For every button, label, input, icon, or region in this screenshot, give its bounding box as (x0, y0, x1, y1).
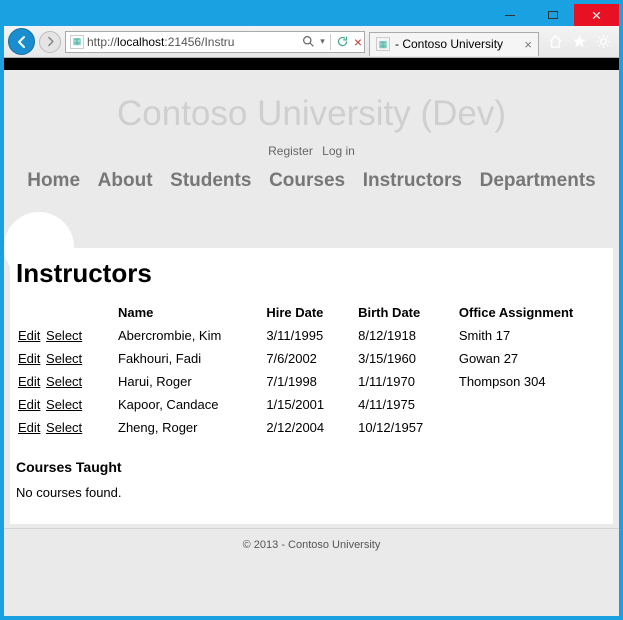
page-favicon-icon: ▦ (70, 35, 84, 49)
cell-office (451, 393, 613, 416)
cell-name: Kapoor, Candace (110, 393, 258, 416)
cell-office: Smith 17 (451, 324, 613, 347)
tab-close-icon[interactable]: × (524, 37, 532, 52)
cell-office (451, 416, 613, 439)
cell-hire: 3/11/1995 (258, 324, 350, 347)
cell-name: Fakhouri, Fadi (110, 347, 258, 370)
cell-hire: 2/12/2004 (258, 416, 350, 439)
table-row: Edit Select Kapoor, Candace 1/15/2001 4/… (10, 393, 613, 416)
table-row: Edit Select Zheng, Roger 2/12/2004 10/12… (10, 416, 613, 439)
page-footer: © 2013 - Contoso University (4, 528, 619, 571)
browser-command-icons (543, 34, 615, 50)
window-minimize-button[interactable] (488, 4, 531, 26)
table-row: Edit Select Harui, Roger 7/1/1998 1/11/1… (10, 370, 613, 393)
tab-title: - Contoso University (395, 37, 519, 51)
nav-departments[interactable]: Departments (480, 170, 596, 191)
cell-hire: 1/15/2001 (258, 393, 350, 416)
select-link[interactable]: Select (46, 328, 82, 343)
select-link[interactable]: Select (46, 420, 82, 435)
edit-link[interactable]: Edit (18, 328, 40, 343)
col-office: Office Assignment (451, 301, 613, 324)
register-link[interactable]: Register (268, 144, 313, 158)
search-icon[interactable] (302, 35, 315, 48)
page-topbar (4, 58, 619, 70)
select-link[interactable]: Select (46, 374, 82, 389)
window-titlebar: × (4, 4, 619, 26)
favorites-icon[interactable] (571, 34, 587, 50)
col-name: Name (110, 301, 258, 324)
tab-favicon-icon: ▦ (376, 37, 390, 51)
nav-about[interactable]: About (98, 170, 153, 191)
window-close-button[interactable]: × (574, 4, 619, 26)
cell-office: Gowan 27 (451, 347, 613, 370)
table-row: Edit Select Fakhouri, Fadi 7/6/2002 3/15… (10, 347, 613, 370)
col-hire: Hire Date (258, 301, 350, 324)
edit-link[interactable]: Edit (18, 420, 40, 435)
browser-forward-button[interactable] (39, 31, 61, 53)
cell-birth: 3/15/1960 (350, 347, 451, 370)
cell-hire: 7/1/1998 (258, 370, 350, 393)
courses-subheading: Courses Taught (10, 439, 613, 485)
edit-link[interactable]: Edit (18, 397, 40, 412)
cell-office: Thompson 304 (451, 370, 613, 393)
main-nav: Home About Students Courses Instructors … (10, 166, 613, 202)
cell-birth: 1/11/1970 (350, 370, 451, 393)
nav-courses[interactable]: Courses (269, 170, 345, 191)
stop-icon[interactable]: × (354, 34, 362, 50)
nav-students[interactable]: Students (170, 170, 251, 191)
edit-link[interactable]: Edit (18, 374, 40, 389)
cell-name: Abercrombie, Kim (110, 324, 258, 347)
browser-toolbar: ▦ http://localhost:21456/Instru ▾ × ▦ - … (4, 26, 619, 58)
cell-name: Harui, Roger (110, 370, 258, 393)
nav-home[interactable]: Home (27, 170, 80, 191)
edit-link[interactable]: Edit (18, 351, 40, 366)
browser-tab[interactable]: ▦ - Contoso University × (369, 32, 539, 56)
window-maximize-button[interactable] (531, 4, 574, 26)
col-birth: Birth Date (350, 301, 451, 324)
page-body: Instructors Name Hire Date Birth Date Of… (10, 248, 613, 524)
no-courses-message: No courses found. (10, 485, 613, 500)
nav-instructors[interactable]: Instructors (363, 170, 462, 191)
page-viewport: Contoso University (Dev) Register Log in… (4, 58, 619, 616)
tools-icon[interactable] (595, 34, 611, 50)
address-bar[interactable]: ▦ http://localhost:21456/Instru ▾ × (65, 31, 365, 53)
auth-links: Register Log in (10, 140, 613, 166)
home-icon[interactable] (547, 34, 563, 50)
dropdown-icon[interactable]: ▾ (320, 36, 325, 47)
instructors-table: Name Hire Date Birth Date Office Assignm… (10, 301, 613, 439)
site-brand: Contoso University (Dev) (10, 70, 613, 140)
window-frame: × ▦ http://localhost:21456/Instru ▾ (0, 0, 623, 620)
cell-birth: 4/11/1975 (350, 393, 451, 416)
select-link[interactable]: Select (46, 397, 82, 412)
cell-birth: 8/12/1918 (350, 324, 451, 347)
browser-back-button[interactable] (8, 28, 35, 55)
select-link[interactable]: Select (46, 351, 82, 366)
cell-birth: 10/12/1957 (350, 416, 451, 439)
site-title: Contoso University (Dev) (10, 94, 613, 134)
refresh-icon[interactable] (336, 35, 349, 48)
cell-name: Zheng, Roger (110, 416, 258, 439)
address-text: http://localhost:21456/Instru (87, 35, 299, 49)
table-row: Edit Select Abercrombie, Kim 3/11/1995 8… (10, 324, 613, 347)
cell-hire: 7/6/2002 (258, 347, 350, 370)
page-heading: Instructors (10, 248, 613, 301)
login-link[interactable]: Log in (322, 144, 355, 158)
